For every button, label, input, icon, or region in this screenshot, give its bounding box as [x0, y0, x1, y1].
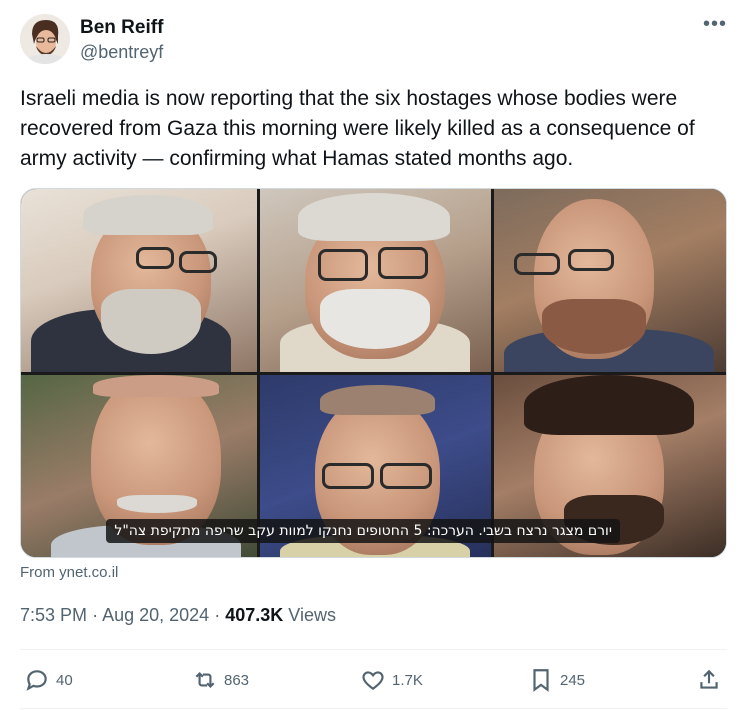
avatar[interactable]	[20, 14, 70, 64]
views-count: 407.3K	[225, 605, 284, 625]
views-label: Views	[288, 605, 336, 625]
avatar-illustration	[20, 14, 70, 64]
like-count: 1.7K	[392, 671, 423, 689]
hostage-photo-1	[21, 189, 257, 372]
more-options-icon[interactable]: •••	[703, 12, 727, 36]
share-button[interactable]	[696, 660, 722, 700]
hostage-photo-2	[260, 189, 491, 372]
bookmark-count: 245	[560, 671, 586, 689]
repost-button[interactable]: 863	[192, 660, 249, 700]
bookmark-button[interactable]: 245	[528, 660, 585, 700]
divider	[20, 708, 727, 709]
repost-icon	[195, 671, 215, 689]
hostage-photo-3	[494, 189, 726, 372]
share-icon	[700, 669, 718, 689]
like-button[interactable]: 1.7K	[360, 660, 423, 700]
bookmark-icon	[533, 669, 549, 692]
tweet-header: Ben Reiff @bentreyf •••	[20, 12, 727, 68]
tweet-media-image[interactable]: יורם מצגר נרצח בשבי. הערכה: 5 החטופים נח…	[20, 188, 727, 558]
meta-separator: ·	[214, 605, 226, 625]
author-handle[interactable]: @bentreyf	[80, 42, 163, 63]
reply-button[interactable]: 40	[24, 660, 73, 700]
author-name[interactable]: Ben Reiff	[80, 17, 163, 39]
reply-icon	[26, 670, 47, 691]
heart-icon	[362, 671, 384, 690]
image-caption: יורם מצגר נרצח בשבי. הערכה: 5 החטופים נח…	[106, 519, 620, 543]
action-bar: 40 863 1.7K 245	[20, 660, 727, 700]
tweet-time[interactable]: 7:53 PM	[20, 605, 87, 625]
link-source[interactable]: From ynet.co.il	[20, 564, 118, 581]
repost-count: 863	[224, 671, 250, 689]
reply-count: 40	[56, 671, 73, 689]
meta-separator: ·	[92, 605, 103, 625]
divider	[20, 649, 727, 650]
tweet-date[interactable]: Aug 20, 2024	[102, 605, 209, 625]
tweet-text: Israeli media is now reporting that the …	[20, 87, 695, 170]
tweet-meta: 7:53 PM · Aug 20, 2024 · 407.3K Views	[20, 605, 336, 626]
